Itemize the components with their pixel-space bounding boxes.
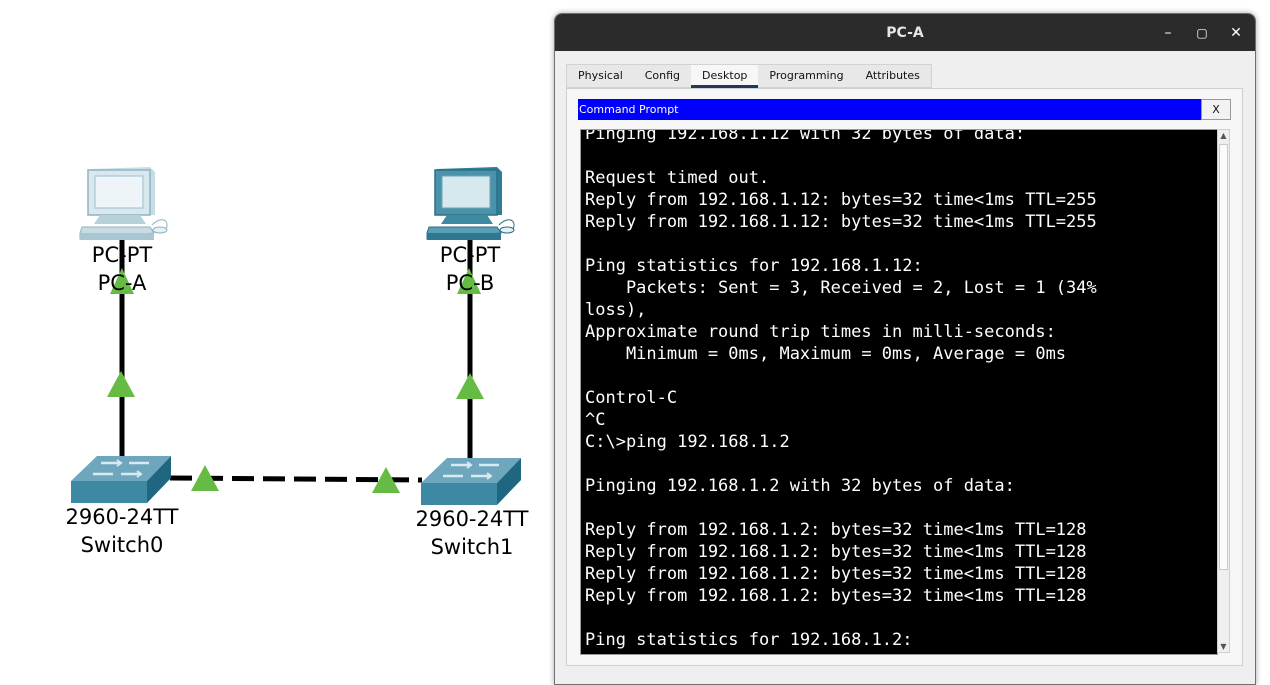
pc-b-icon[interactable] [426, 167, 515, 240]
tab-bar: Physical Config Desktop Programming Attr… [566, 64, 932, 88]
pc-a-icon[interactable] [79, 167, 168, 240]
terminal-line: Minimum = 0ms, Maximum = 0ms, Average = … [585, 344, 1067, 364]
terminal-line: Packets: Sent = 4, Received = 4, Lost = … [585, 651, 1097, 654]
pc-a-window: PC-A – ▢ ✕ Physical Config Desktop Progr… [554, 13, 1256, 685]
terminal-line: Pinging 192.168.1.2 with 32 bytes of dat… [585, 476, 1015, 496]
terminal-output: Pinging 192.168.1.12 with 32 bytes of da… [585, 129, 1097, 654]
close-button[interactable]: ✕ [1226, 23, 1246, 43]
topology-canvas[interactable]: PC-PT PC-A PC-PT PC-B 2960-24TT Switch0 … [0, 0, 560, 672]
terminal-line: Reply from 192.168.1.12: bytes=32 time<1… [585, 212, 1097, 232]
terminal-line: Pinging 192.168.1.12 with 32 bytes of da… [585, 129, 1026, 144]
pc-b-model: PC-PT [439, 243, 501, 267]
scroll-thumb[interactable] [1219, 144, 1228, 570]
tab-attributes[interactable]: Attributes [855, 65, 931, 87]
switch0-label[interactable]: 2960-24TT Switch0 [49, 503, 195, 559]
tab-programming[interactable]: Programming [758, 65, 854, 87]
terminal-line: Ping statistics for 192.168.1.2: [585, 630, 913, 650]
tab-physical[interactable]: Physical [567, 65, 634, 87]
terminal-line: Reply from 192.168.1.2: bytes=32 time<1m… [585, 586, 1087, 606]
minimize-button[interactable]: – [1158, 23, 1178, 43]
link-light-pcb-bottom [456, 373, 484, 399]
tab-config[interactable]: Config [634, 65, 691, 87]
pc-a-model: PC-PT [91, 243, 153, 267]
scroll-up-arrow-icon[interactable]: ▲ [1218, 131, 1229, 140]
maximize-button[interactable]: ▢ [1192, 23, 1212, 43]
switch1-name: Switch1 [430, 535, 514, 559]
switch0-icon[interactable] [71, 456, 171, 503]
link-light-pca-bottom [107, 371, 135, 397]
window-titlebar[interactable]: PC-A – ▢ ✕ [555, 14, 1255, 51]
terminal-line: Control-C [585, 388, 678, 408]
terminal-line: Request timed out. [585, 168, 770, 188]
terminal-line: Reply from 192.168.1.2: bytes=32 time<1m… [585, 542, 1087, 562]
terminal-line: Reply from 192.168.1.12: bytes=32 time<1… [585, 190, 1097, 210]
terminal-line: ^C [585, 410, 606, 430]
scroll-down-arrow-icon[interactable]: ▼ [1218, 642, 1229, 651]
switch1-icon[interactable] [421, 458, 521, 505]
pc-b-label[interactable]: PC-PT PC-B [410, 241, 530, 297]
switch0-name: Switch0 [80, 533, 164, 557]
pc-b-name: PC-B [445, 271, 495, 295]
pc-a-label[interactable]: PC-PT PC-A [62, 241, 182, 297]
switch1-model: 2960-24TT [415, 507, 529, 531]
terminal-line: Reply from 192.168.1.2: bytes=32 time<1m… [585, 564, 1087, 584]
terminal-line: Reply from 192.168.1.2: bytes=32 time<1m… [585, 520, 1087, 540]
terminal-line: C:\>ping 192.168.1.2 [585, 432, 790, 452]
desktop-panel: Command Prompt X Pinging 192.168.1.12 wi… [566, 88, 1243, 666]
command-prompt-close-button[interactable]: X [1201, 99, 1231, 120]
pc-a-name: PC-A [97, 271, 147, 295]
window-title: PC-A [886, 25, 924, 41]
terminal-line: Ping statistics for 192.168.1.12: [585, 256, 923, 276]
terminal-line: Approximate round trip times in milli-se… [585, 322, 1056, 342]
terminal-line: Packets: Sent = 3, Received = 2, Lost = … [585, 278, 1097, 298]
terminal-scrollbar[interactable]: ▲ ▼ [1217, 129, 1230, 653]
terminal-line: loss), [585, 300, 647, 320]
command-prompt-terminal[interactable]: Pinging 192.168.1.12 with 32 bytes of da… [580, 129, 1218, 655]
tab-desktop[interactable]: Desktop [691, 65, 759, 88]
topology-drawing [71, 167, 521, 505]
command-prompt-header: Command Prompt [578, 99, 1202, 120]
switch0-model: 2960-24TT [65, 505, 179, 529]
switch1-label[interactable]: 2960-24TT Switch1 [399, 505, 545, 561]
